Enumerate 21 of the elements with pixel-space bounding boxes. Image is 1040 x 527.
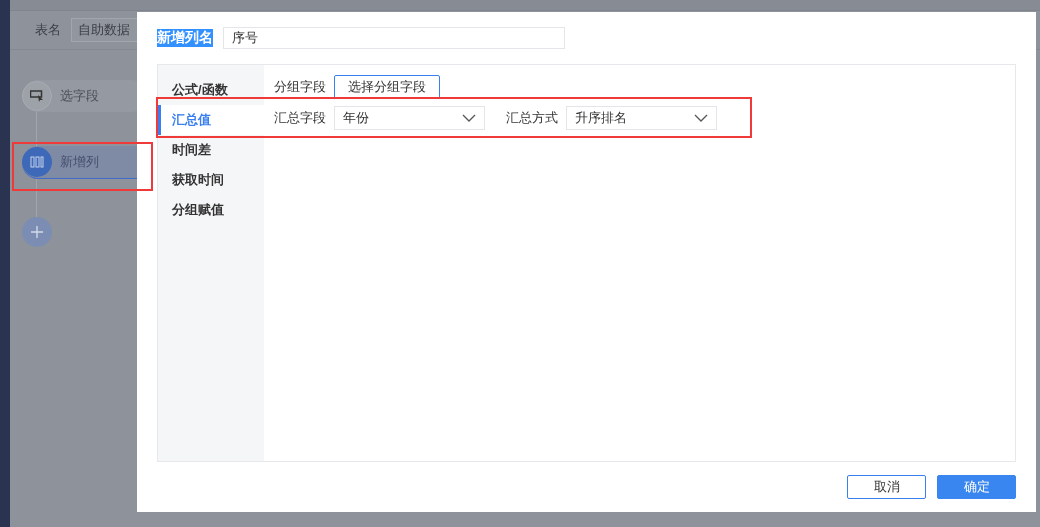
cancel-button[interactable]: 取消	[847, 475, 926, 499]
summary-method-dropdown[interactable]: 升序排名	[566, 106, 717, 130]
menu-item[interactable]: 分组赋值	[158, 195, 264, 225]
chevron-down-icon	[694, 114, 708, 122]
chevron-down-icon	[462, 114, 476, 122]
column-name-label: 新增列名	[157, 29, 213, 47]
field-label: 分组字段	[274, 78, 327, 96]
menu-item[interactable]: 汇总值	[158, 105, 264, 135]
menu-item[interactable]: 时间差	[158, 135, 264, 165]
add-icon[interactable]	[22, 217, 52, 247]
field-label: 汇总字段	[274, 109, 327, 127]
field-label: 表名	[35, 21, 61, 39]
confirm-button[interactable]: 确定	[937, 475, 1016, 499]
select-group-button[interactable]: 选择分组字段	[334, 75, 440, 99]
menu-item[interactable]: 获取时间	[158, 165, 264, 195]
menu-item[interactable]: 公式/函数	[158, 75, 264, 105]
field-label: 汇总方式	[506, 109, 559, 127]
cursor-icon	[30, 90, 44, 102]
column-name-field[interactable]: 序号	[223, 27, 565, 49]
columns-icon	[30, 156, 44, 168]
summary-field-dropdown[interactable]: 年份	[334, 106, 485, 130]
